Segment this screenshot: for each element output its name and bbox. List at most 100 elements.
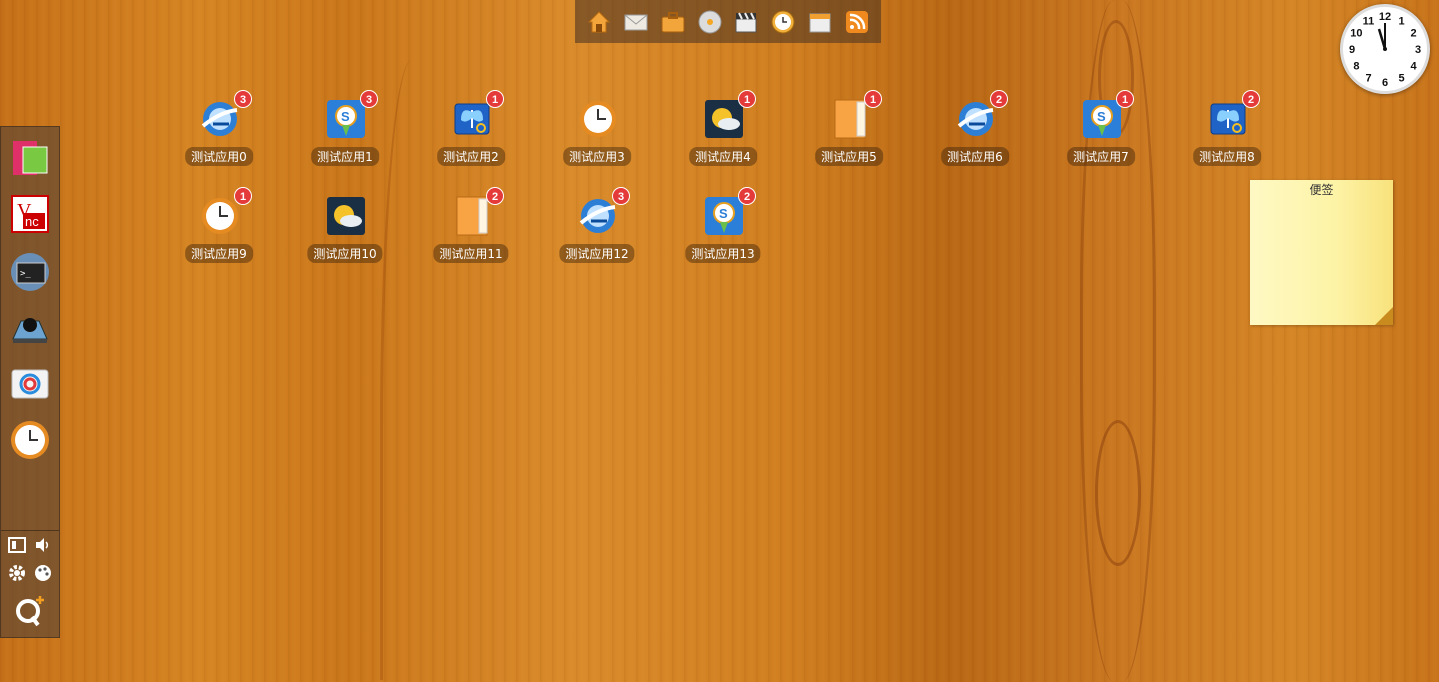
notification-badge: 1: [1116, 90, 1134, 108]
clock-app-icon[interactable]: [9, 419, 51, 461]
svg-text:S: S: [1097, 109, 1106, 124]
clock-number: 7: [1365, 73, 1371, 85]
desktop-app[interactable]: 2 测试应用8: [1182, 90, 1272, 178]
notification-badge: 3: [234, 90, 252, 108]
map-icon: S: [703, 195, 745, 237]
clock-number: 6: [1382, 77, 1388, 89]
clock-number: 4: [1411, 61, 1418, 73]
app-label: 测试应用13: [685, 244, 761, 263]
clock-icon[interactable]: [769, 8, 797, 36]
notification-badge: 1: [234, 187, 252, 205]
note-title: 便签: [1309, 183, 1334, 197]
app-label: 测试应用12: [559, 244, 635, 263]
calendar-icon[interactable]: [806, 8, 834, 36]
map-icon: S: [1081, 98, 1123, 140]
desktop-app[interactable]: S 1 测试应用7: [1056, 90, 1146, 178]
clock-face: 12 12 3 45678 9 1011: [1349, 11, 1421, 89]
desktop-app[interactable]: 测试应用10: [300, 195, 390, 275]
folder-icon: [829, 98, 871, 140]
volume-icon[interactable]: [31, 534, 55, 556]
butterfly-icon: [1207, 98, 1249, 140]
desktop-app[interactable]: 测试应用3: [552, 98, 642, 178]
sidebar-tools: [1, 530, 59, 637]
desktop-app[interactable]: 2 测试应用11: [426, 187, 516, 275]
butterfly-icon: [451, 98, 493, 140]
desktop-app[interactable]: 1 测试应用4: [678, 90, 768, 178]
app-label: 测试应用1: [311, 147, 379, 166]
browser-icon: [199, 98, 241, 140]
clock-number: 12: [1379, 11, 1391, 23]
note-curl: [1375, 307, 1393, 325]
notification-badge: 2: [486, 187, 504, 205]
map-icon: S: [325, 98, 367, 140]
app-label: 测试应用6: [941, 147, 1009, 166]
app-label: 测试应用7: [1067, 147, 1135, 166]
desktop-app[interactable]: 3 测试应用0: [174, 90, 264, 178]
app-label: 测试应用2: [437, 147, 505, 166]
desktop-app[interactable]: S 3 测试应用1: [300, 90, 390, 178]
spy-app-icon[interactable]: [9, 307, 51, 349]
app-label: 测试应用10: [307, 244, 383, 263]
top-dock: [575, 0, 881, 43]
app-label: 测试应用9: [185, 244, 253, 263]
app-label: 测试应用5: [815, 147, 883, 166]
notification-badge: 3: [360, 90, 378, 108]
sticky-note[interactable]: 便签: [1250, 180, 1393, 325]
clock-icon: [577, 98, 619, 140]
disc-icon[interactable]: [696, 8, 724, 36]
app-label: 测试应用0: [185, 147, 253, 166]
theme-palette-icon[interactable]: [31, 562, 55, 584]
app-label: 测试应用8: [1193, 147, 1261, 166]
clapper-icon[interactable]: [732, 8, 760, 36]
svg-text:>_: >_: [20, 269, 31, 279]
clock-number: 11: [1363, 15, 1375, 27]
browser-icon: [955, 98, 997, 140]
folder-icon: [451, 195, 493, 237]
app-label: 测试应用11: [433, 244, 509, 263]
clock-number: 5: [1398, 73, 1404, 85]
notification-badge: 1: [486, 90, 504, 108]
notification-badge: 2: [1242, 90, 1260, 108]
settings-icon[interactable]: [5, 562, 29, 584]
camera-app-icon[interactable]: [9, 363, 51, 405]
desktop-app[interactable]: 1 测试应用5: [804, 90, 894, 178]
desktop-app[interactable]: 2 测试应用6: [930, 90, 1020, 178]
desktop-app[interactable]: S 2 测试应用13: [678, 187, 768, 275]
clock-number: 3: [1415, 44, 1421, 56]
clock-widget[interactable]: 12 1 2 3 4 5 6 7 8 9 10 11: [1340, 4, 1430, 94]
notification-badge: 2: [738, 187, 756, 205]
left-sidebar: Vnc >_: [0, 126, 60, 638]
clock-number: 9: [1349, 44, 1355, 56]
desktop-app[interactable]: 3 测试应用12: [552, 187, 642, 275]
clock-number: 8: [1353, 61, 1359, 73]
home-icon[interactable]: [585, 8, 613, 36]
svg-text:nc: nc: [25, 214, 39, 229]
clock-number: 1: [1398, 15, 1404, 27]
app-label: 测试应用3: [563, 147, 631, 166]
weather-icon: [325, 195, 367, 237]
wood-knot: [1095, 420, 1141, 566]
display-icon[interactable]: [5, 534, 29, 556]
qq-add-icon[interactable]: [11, 593, 49, 629]
rss-icon[interactable]: [843, 8, 871, 36]
notification-badge: 2: [990, 90, 1008, 108]
svg-text:S: S: [719, 206, 728, 221]
notification-badge: 1: [864, 90, 882, 108]
clock-icon: [199, 195, 241, 237]
photo-app-icon[interactable]: [9, 137, 51, 179]
desktop-app[interactable]: 1 测试应用9: [174, 187, 264, 275]
clock-number: 2: [1411, 28, 1417, 40]
notification-badge: 3: [612, 187, 630, 205]
terminal-app-icon[interactable]: >_: [9, 251, 51, 293]
vnc-app-icon[interactable]: Vnc: [9, 193, 51, 235]
weather-icon: [703, 98, 745, 140]
svg-text:S: S: [341, 109, 350, 124]
clock-number: 10: [1350, 28, 1362, 40]
clock-center: [1383, 47, 1387, 51]
browser-icon: [577, 195, 619, 237]
briefcase-icon[interactable]: [659, 8, 687, 36]
mail-icon[interactable]: [622, 8, 650, 36]
notification-badge: 1: [738, 90, 756, 108]
desktop-app[interactable]: 1 测试应用2: [426, 90, 516, 178]
app-label: 测试应用4: [689, 147, 757, 166]
